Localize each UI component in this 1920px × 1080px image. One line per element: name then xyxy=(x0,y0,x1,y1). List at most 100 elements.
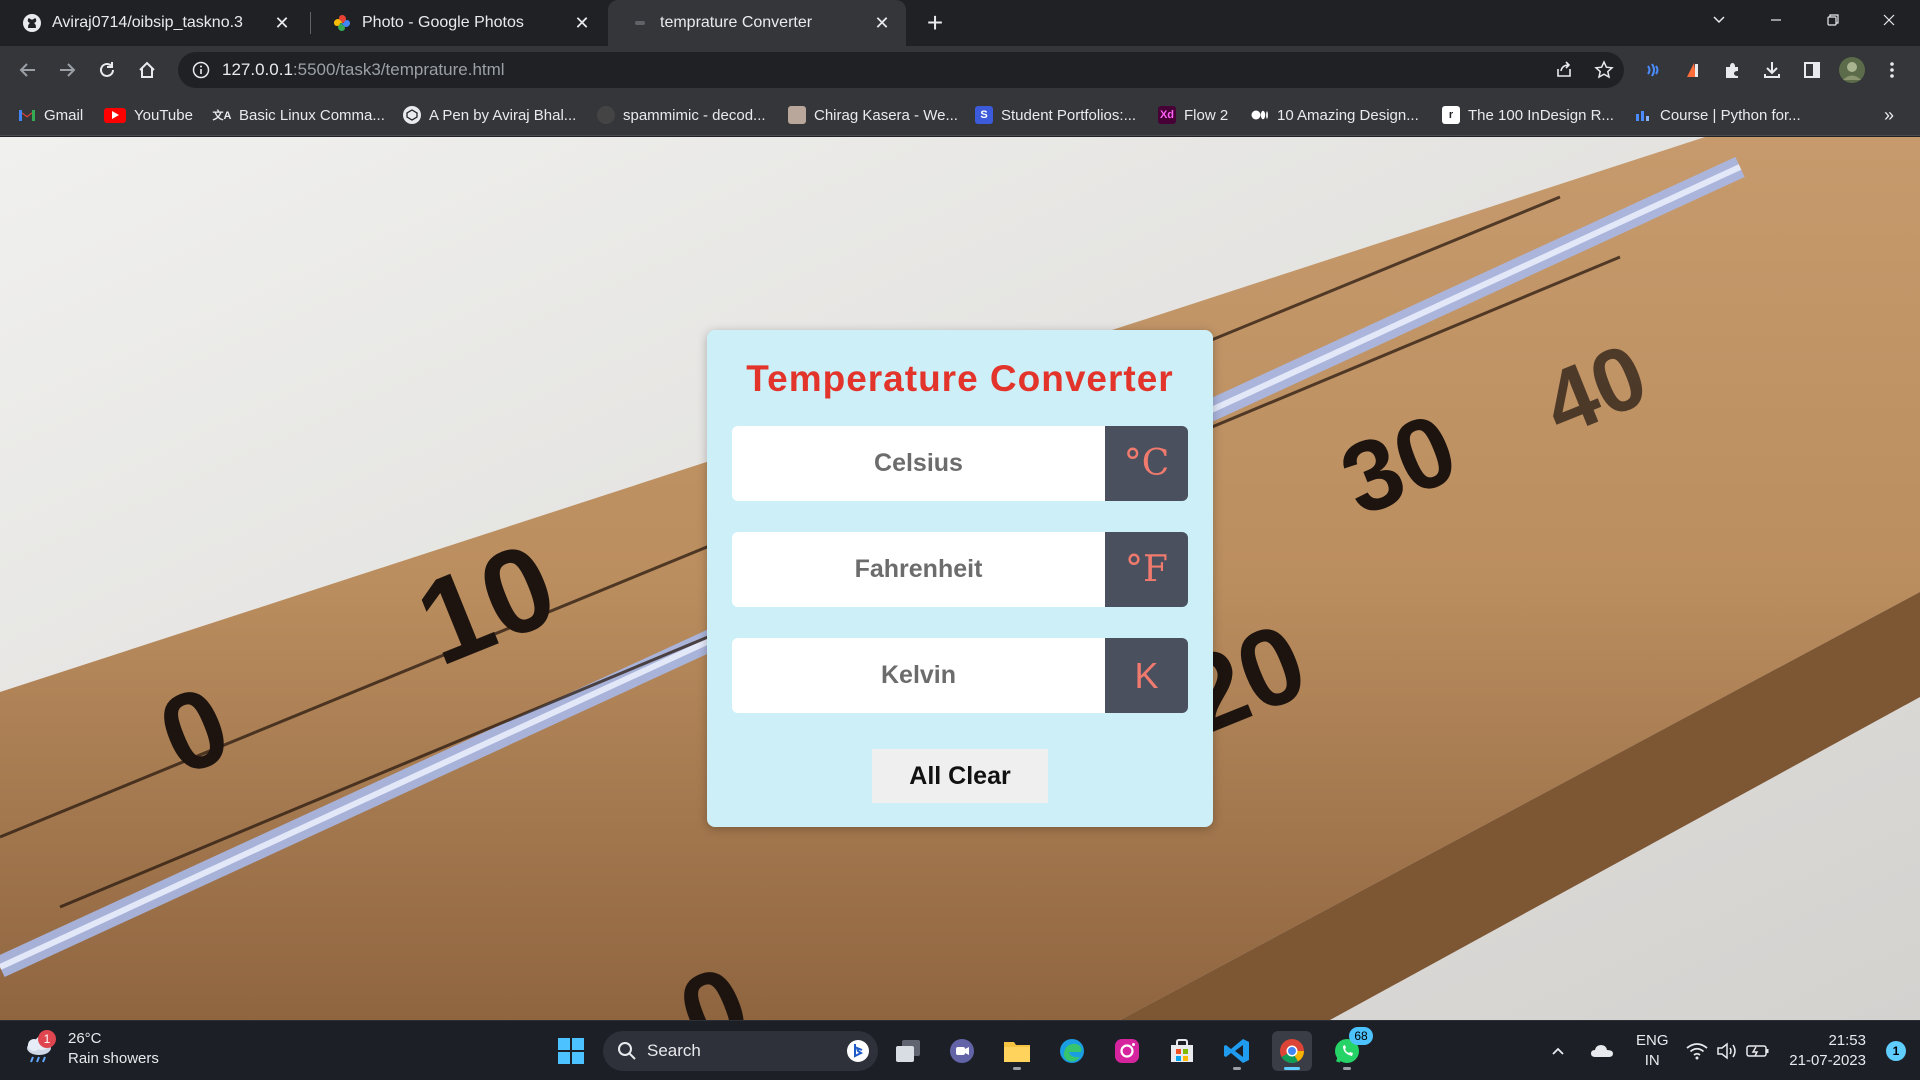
bookmark-star-icon[interactable] xyxy=(1588,54,1620,86)
bookmark-codepen[interactable]: A Pen by Aviraj Bhal... xyxy=(403,103,576,127)
site-info-icon[interactable] xyxy=(192,61,210,79)
volume-icon[interactable] xyxy=(1716,1021,1738,1080)
kelvin-input[interactable] xyxy=(732,638,1105,713)
teams-chat-icon[interactable] xyxy=(942,1031,982,1071)
bookmark-chirag-kasera[interactable]: Chirag Kasera - We... xyxy=(788,103,958,127)
close-window-button[interactable] xyxy=(1866,0,1912,40)
tab-search-icon[interactable] xyxy=(1696,0,1742,40)
profile-avatar[interactable] xyxy=(1836,54,1868,86)
extension-orange-icon[interactable] xyxy=(1676,54,1708,86)
translate-icon: 文A xyxy=(212,110,232,122)
clock-time: 21:53 xyxy=(1828,1032,1866,1049)
tray-overflow-icon[interactable] xyxy=(1550,1021,1566,1080)
bookmark-python-course[interactable]: Course | Python for... xyxy=(1634,103,1801,127)
converter-title: Temperature Converter xyxy=(746,358,1174,399)
forward-button[interactable] xyxy=(51,54,83,86)
kelvin-row: K xyxy=(732,638,1188,713)
celsius-input[interactable] xyxy=(732,426,1105,501)
close-icon[interactable]: ✕ xyxy=(572,13,592,33)
extensions-puzzle-icon[interactable] xyxy=(1716,54,1748,86)
all-clear-button[interactable]: All Clear xyxy=(872,749,1048,803)
home-button[interactable] xyxy=(131,54,163,86)
edge-icon[interactable] xyxy=(1052,1031,1092,1071)
whatsapp-icon[interactable]: 68 xyxy=(1327,1027,1373,1071)
taskbar-search[interactable]: Search xyxy=(603,1031,878,1071)
menu-kebab-icon[interactable] xyxy=(1876,54,1908,86)
weather-badge: 1 xyxy=(38,1030,56,1048)
celsius-unit-label: °C xyxy=(1105,426,1188,501)
language-indicator[interactable]: ENG IN xyxy=(1636,1021,1669,1080)
vscode-icon[interactable] xyxy=(1217,1031,1257,1071)
bookmark-indesign[interactable]: r The 100 InDesign R... xyxy=(1442,103,1614,127)
tab-title: Aviraj0714/oibsip_taskno.3 xyxy=(52,14,243,31)
close-icon[interactable]: ✕ xyxy=(872,13,892,33)
celsius-row: °C xyxy=(732,426,1188,501)
microsoft-store-icon[interactable] xyxy=(1162,1031,1202,1071)
start-button[interactable] xyxy=(551,1031,591,1071)
onedrive-icon[interactable] xyxy=(1590,1021,1614,1080)
tab-title: Photo - Google Photos xyxy=(362,14,524,31)
bookmarks-overflow-button[interactable]: » xyxy=(1884,103,1894,127)
running-indicator xyxy=(1233,1067,1241,1070)
bookmarks-bar: Gmail YouTube 文A Basic Linux Comma... A … xyxy=(0,94,1920,136)
wifi-icon[interactable] xyxy=(1686,1021,1708,1080)
rain-cloud-icon: 1 xyxy=(22,1030,56,1066)
browser-toolbar: 127.0.0.1:5500/task3/temprature.html xyxy=(0,46,1920,94)
youtube-icon xyxy=(104,107,126,123)
file-explorer-icon[interactable] xyxy=(997,1031,1037,1071)
download-icon[interactable] xyxy=(1756,54,1788,86)
tab-github[interactable]: Aviraj0714/oibsip_taskno.3 ✕ xyxy=(0,0,306,46)
tab-google-photos[interactable]: Photo - Google Photos ✕ xyxy=(310,0,606,46)
google-photos-icon xyxy=(332,13,352,33)
fahrenheit-input[interactable] xyxy=(732,532,1105,607)
extension-wave-icon[interactable] xyxy=(1636,54,1668,86)
chrome-icon[interactable] xyxy=(1272,1031,1312,1071)
system-clock[interactable]: 21:53 21-07-2023 xyxy=(1789,1031,1866,1071)
instagram-icon[interactable] xyxy=(1107,1031,1147,1071)
url-path: :5500/task3/temprature.html xyxy=(292,60,505,79)
clock-date: 21-07-2023 xyxy=(1789,1052,1866,1069)
codepen-icon xyxy=(403,106,421,124)
fahrenheit-unit-label: °F xyxy=(1105,532,1188,607)
battery-icon[interactable] xyxy=(1746,1021,1770,1080)
tab-strip: Aviraj0714/oibsip_taskno.3 ✕ Photo - Goo… xyxy=(0,0,1920,46)
bookmark-youtube[interactable]: YouTube xyxy=(104,103,193,127)
url-host: 127.0.0.1 xyxy=(222,60,293,79)
side-panel-icon[interactable] xyxy=(1796,54,1828,86)
task-view-icon[interactable] xyxy=(888,1031,928,1071)
restore-button[interactable] xyxy=(1810,0,1856,40)
back-button[interactable] xyxy=(12,54,44,86)
bing-icon xyxy=(846,1039,870,1068)
running-indicator xyxy=(1343,1067,1351,1070)
bookmark-spammimic[interactable]: spammimic - decod... xyxy=(597,103,766,127)
bookmark-flow-2[interactable]: Xd Flow 2 xyxy=(1158,103,1228,127)
gmail-icon xyxy=(18,106,36,124)
whatsapp-badge: 68 xyxy=(1349,1027,1373,1045)
bookmark-gmail[interactable]: Gmail xyxy=(18,103,83,127)
portrait-icon xyxy=(788,106,806,124)
weather-widget[interactable]: 1 26°C Rain showers xyxy=(22,1029,159,1069)
minimize-button[interactable] xyxy=(1753,0,1799,40)
spammimic-icon xyxy=(597,106,615,124)
new-tab-button[interactable]: + xyxy=(920,7,950,38)
converter-card: Temperature Converter °C °F K All Clear xyxy=(707,330,1213,827)
weather-temperature: 26°C xyxy=(68,1030,102,1047)
bookmark-basic-linux[interactable]: 文A Basic Linux Comma... xyxy=(213,103,385,127)
close-icon[interactable]: ✕ xyxy=(272,13,292,33)
xd-icon: Xd xyxy=(1158,106,1176,124)
reload-button[interactable] xyxy=(91,54,123,86)
bookmark-student-portfolios[interactable]: S Student Portfolios:... xyxy=(975,103,1136,127)
page-icon xyxy=(630,13,650,33)
kelvin-unit-label: K xyxy=(1105,638,1188,713)
running-indicator xyxy=(1013,1067,1021,1070)
bookmark-amazing-design[interactable]: 10 Amazing Design... xyxy=(1251,103,1419,127)
tab-temprature-converter[interactable]: temprature Converter ✕ xyxy=(608,0,906,46)
address-bar[interactable]: 127.0.0.1:5500/task3/temprature.html xyxy=(178,52,1624,88)
search-icon xyxy=(617,1041,637,1061)
notification-badge[interactable]: 1 xyxy=(1886,1041,1906,1061)
tab-title: temprature Converter xyxy=(660,14,813,31)
search-label: Search xyxy=(647,1041,701,1060)
weather-description: Rain showers xyxy=(68,1050,159,1067)
s-icon: S xyxy=(975,106,993,124)
share-icon[interactable] xyxy=(1548,54,1580,86)
